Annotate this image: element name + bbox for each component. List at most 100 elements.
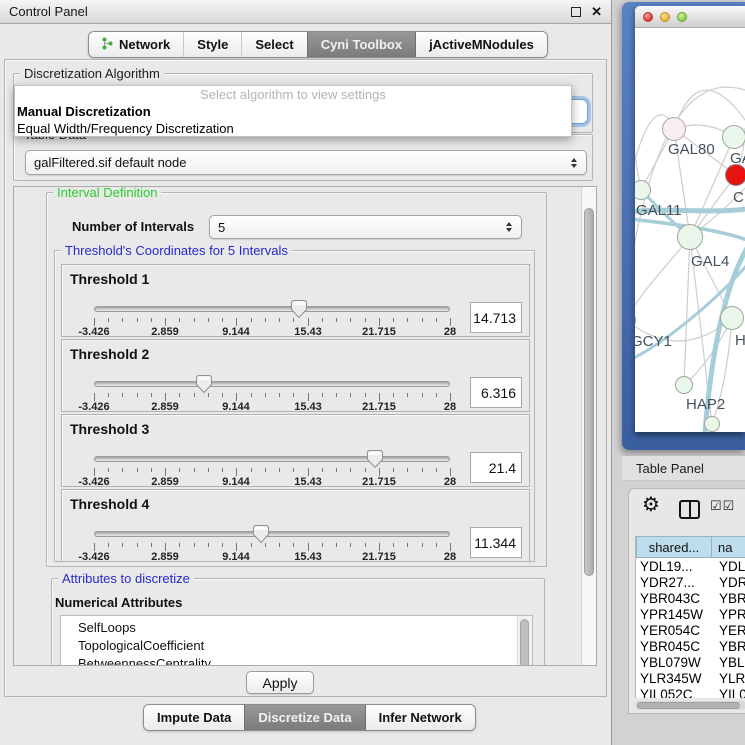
column-visibility-checkboxes-icon[interactable]: ☑☑ — [710, 499, 735, 512]
slider-track[interactable] — [94, 306, 450, 312]
table-panel-body: ⚙ ☑☑ shared... na YDL19...YDL1YDR27...YD… — [628, 488, 745, 714]
table-cell-shared: YER054C — [636, 623, 712, 638]
table-row[interactable]: YIL052CYIL0 — [636, 686, 745, 698]
table-data-combobox[interactable]: galFiltered.sif default node — [25, 150, 587, 175]
tick-mark — [108, 318, 109, 322]
control-panel-titlebar: Control Panel ✕ — [0, 0, 611, 24]
algorithm-hint: Select algorithm to view settings — [15, 86, 571, 103]
apply-button[interactable]: Apply — [246, 671, 314, 694]
attribute-item[interactable]: SelfLoops — [61, 619, 532, 637]
attributes-scrollbar-thumb[interactable] — [520, 619, 529, 666]
slider-thumb[interactable] — [290, 299, 308, 319]
scale-label: -3.426 — [78, 326, 109, 338]
tick-mark — [407, 543, 408, 547]
cyni-mode-tab-bar: Impute DataDiscretize DataInfer Network — [143, 704, 476, 731]
table-horizontal-scrollbar[interactable] — [635, 701, 745, 710]
tab-style[interactable]: Style — [183, 32, 241, 57]
minimize-traffic-light[interactable] — [660, 12, 670, 22]
table-row[interactable]: YER054CYER0 — [636, 622, 745, 638]
slider-thumb[interactable] — [195, 374, 213, 394]
table-rows: YDL19...YDL1YDR27...YDR2YBR043CYBR0YPR14… — [636, 558, 745, 698]
table-cell-name: YBL0 — [712, 655, 745, 670]
threshold-value[interactable]: 14.713 — [470, 302, 522, 333]
tick-mark — [322, 318, 323, 322]
threshold-value[interactable]: 6.316 — [470, 377, 522, 408]
algorithm-option[interactable]: Manual Discretization — [15, 103, 571, 120]
settings-vertical-scrollbar[interactable] — [581, 187, 596, 665]
table-hscrollbar-thumb[interactable] — [637, 702, 740, 709]
close-icon[interactable]: ✕ — [591, 5, 602, 18]
settings-gear-icon[interactable]: ⚙ — [642, 495, 660, 515]
tick-mark — [194, 318, 195, 322]
attribute-item[interactable]: BetweennessCentrality — [61, 655, 532, 666]
network-canvas[interactable]: GAL80GACGAL11GAL4GCY1HHAP2 — [635, 28, 745, 432]
tab-cyni-toolbox[interactable]: Cyni Toolbox — [307, 32, 415, 57]
table-cell-shared: YDR27... — [636, 575, 712, 590]
table-row[interactable]: YBR043CYBR0 — [636, 590, 745, 606]
table-row[interactable]: YLR345WYLR3 — [636, 670, 745, 686]
network-node[interactable] — [722, 125, 745, 149]
table-row[interactable]: YPR145WYPR1 — [636, 606, 745, 622]
attributes-items: SelfLoopsTopologicalCoefficientBetweenne… — [61, 619, 532, 666]
network-node[interactable] — [720, 306, 744, 330]
table-cell-shared: YBR045C — [636, 639, 712, 654]
tick-mark — [222, 543, 223, 547]
network-node[interactable] — [677, 224, 703, 250]
slider-track[interactable] — [94, 381, 450, 387]
slider-scale: -3.4262.8599.14415.4321.71528 — [94, 476, 451, 488]
table-row[interactable]: YDR27...YDR2 — [636, 574, 745, 590]
tab-jactivemnodules[interactable]: jActiveMNodules — [415, 32, 547, 57]
zoom-traffic-light[interactable] — [677, 12, 687, 22]
threshold-value[interactable]: 11.344 — [470, 527, 522, 558]
tick-mark — [422, 393, 423, 397]
tick-mark — [336, 318, 337, 322]
tab-discretize-data[interactable]: Discretize Data — [244, 705, 364, 730]
table-row[interactable]: YBR045CYBR0 — [636, 638, 745, 654]
network-node[interactable] — [675, 376, 693, 394]
table-header-shared[interactable]: shared... — [636, 536, 712, 558]
tick-mark — [236, 543, 237, 551]
tick-mark — [365, 543, 366, 547]
table-row[interactable]: YDL19...YDL1 — [636, 558, 745, 574]
tab-label: jActiveMNodules — [429, 37, 534, 52]
tab-impute-data[interactable]: Impute Data — [144, 705, 244, 730]
slider-thumb[interactable] — [252, 524, 270, 544]
threshold-label: Threshold 4 — [70, 496, 149, 512]
tick-mark — [279, 543, 280, 547]
slider-thumb[interactable] — [366, 449, 384, 469]
attribute-item[interactable]: TopologicalCoefficient — [61, 637, 532, 655]
slider-track[interactable] — [94, 531, 450, 537]
tick-mark — [450, 468, 451, 476]
tab-network[interactable]: Network — [89, 32, 183, 57]
threshold-value[interactable]: 21.4 — [470, 452, 522, 483]
tick-mark — [265, 318, 266, 322]
tick-mark — [450, 543, 451, 551]
tick-mark — [122, 543, 123, 547]
tick-mark — [94, 468, 95, 476]
slider-scale: -3.4262.8599.14415.4321.71528 — [94, 551, 451, 563]
tick-mark — [407, 393, 408, 397]
network-node[interactable] — [725, 164, 745, 186]
columns-icon[interactable] — [679, 500, 700, 519]
network-node[interactable] — [704, 416, 720, 432]
slider-track[interactable] — [94, 456, 450, 462]
tick-mark — [222, 468, 223, 472]
network-node[interactable] — [662, 117, 686, 141]
tab-infer-network[interactable]: Infer Network — [365, 705, 475, 730]
number-of-intervals-combobox[interactable]: 5 — [209, 215, 522, 239]
attributes-list-scrollbar[interactable] — [517, 616, 532, 666]
table-row[interactable]: YBL079WYBL0 — [636, 654, 745, 670]
settings-scrollbar-thumb[interactable] — [584, 208, 594, 576]
attributes-list[interactable]: SelfLoopsTopologicalCoefficientBetweenne… — [60, 615, 533, 666]
threshold-box: Threshold 4 -3.4262.8599.14415.4321.71528… — [61, 489, 530, 562]
tab-label: Network — [119, 37, 170, 52]
float-window-icon[interactable] — [571, 7, 581, 17]
tick-mark — [137, 468, 138, 472]
table-header-name[interactable]: na — [712, 536, 745, 558]
close-traffic-light[interactable] — [643, 12, 653, 22]
algorithm-option[interactable]: Equal Width/Frequency Discretization — [15, 120, 571, 137]
scale-label: 9.144 — [222, 401, 250, 413]
table-cell-shared: YLR345W — [636, 671, 712, 686]
tick-mark — [308, 318, 309, 326]
tab-select[interactable]: Select — [241, 32, 306, 57]
